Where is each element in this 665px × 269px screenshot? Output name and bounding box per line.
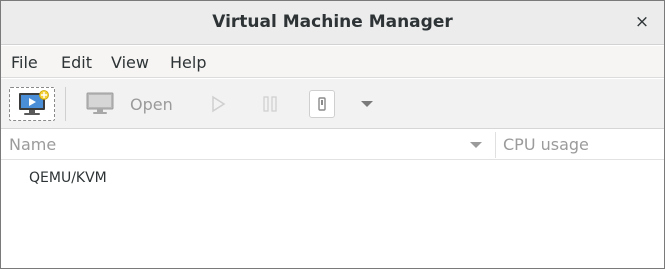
connection-label: QEMU/KVM [29,170,107,186]
window-title: Virtual Machine Manager [212,12,453,32]
monitor-new-icon [19,90,49,115]
title-bar[interactable]: Virtual Machine Manager × [1,1,664,45]
open-button[interactable]: Open [85,91,185,117]
menu-bar: File Edit View Help [1,46,664,78]
power-icon [318,97,326,111]
menu-help[interactable]: Help [170,53,206,72]
toolbar: Open [1,79,664,129]
menu-file[interactable]: File [11,53,38,72]
play-icon[interactable] [207,93,229,115]
menu-view[interactable]: View [111,53,149,72]
menu-edit[interactable]: Edit [61,53,92,72]
chevron-down-icon[interactable] [357,96,377,112]
column-cpu-header[interactable]: CPU usage [503,135,589,154]
new-vm-button[interactable] [9,87,55,121]
column-name-header[interactable]: Name [9,135,56,154]
toolbar-separator [65,87,66,121]
list-item[interactable]: QEMU/KVM [1,167,664,191]
column-header: Name CPU usage [1,130,664,160]
open-button-label: Open [130,95,173,114]
monitor-icon [86,92,114,114]
connection-list: QEMU/KVM [1,161,664,268]
close-button[interactable]: × [630,10,654,34]
app-window: Virtual Machine Manager × File Edit View… [0,0,665,269]
pause-icon[interactable] [259,93,281,115]
shutdown-button[interactable] [309,90,335,118]
column-separator[interactable] [495,132,496,158]
sort-arrow-icon[interactable] [469,140,483,150]
